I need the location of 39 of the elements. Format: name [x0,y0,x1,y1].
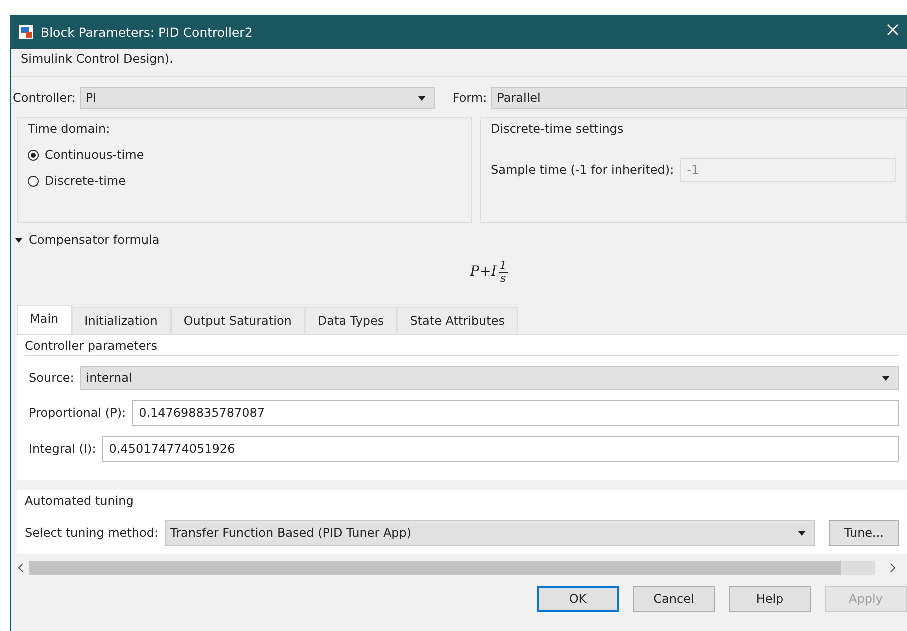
tab[interactable]: Initialization [72,307,171,334]
group-title: Automated tuning [25,494,134,508]
scroll-left-icon[interactable] [17,563,25,573]
description-text: Simulink Control Design). [21,52,174,66]
radio-option[interactable]: Continuous-time [28,148,144,162]
form-label: Form: [452,91,488,105]
tune-button[interactable]: Tune... [829,520,899,546]
source-dropdown[interactable]: internal [80,366,899,390]
parameter-field[interactable]: 0.147698835787087 [132,400,899,426]
group-title: Discrete-time settings [491,122,624,136]
tuning-method-label: Select tuning method: [25,526,159,540]
group-title: Controller parameters [25,339,158,353]
parameter-label: Integral (I): [29,442,96,456]
caret-icon [15,236,23,244]
source-label: Source: [29,371,74,385]
horizontal-scrollbar[interactable] [29,561,875,575]
app-icon [19,25,33,39]
sample-time-label: Sample time (-1 for inherited): [491,163,674,177]
window-title: Block Parameters: PID Controller2 [41,24,254,40]
compensator-toggle[interactable]: Compensator formula [11,223,907,247]
radio-option[interactable]: Discrete-time [28,174,126,188]
dialog-button[interactable]: Help [729,586,811,612]
caret-icon [418,96,426,100]
dialog-button[interactable]: Cancel [633,586,715,612]
group-title: Time domain: [28,122,110,136]
tab[interactable]: Output Saturation [170,307,305,334]
form-dropdown[interactable]: Parallel [491,87,907,109]
scroll-right-icon[interactable] [889,563,897,573]
tab[interactable]: Data Types [304,307,398,334]
caret-icon [882,376,890,380]
controller-dropdown[interactable]: PI [80,87,435,109]
dialog-button[interactable]: OK [537,586,619,612]
parameter-field[interactable]: 0.450174774051926 [102,436,899,462]
controller-label: Controller: [13,91,76,105]
caret-icon [798,530,806,536]
tab[interactable]: Main [17,305,72,334]
tuning-method-dropdown[interactable]: Transfer Function Based (PID Tuner App) [164,520,816,546]
parameter-label: Proportional (P): [29,406,126,420]
tab[interactable]: State Attributes [397,307,518,334]
